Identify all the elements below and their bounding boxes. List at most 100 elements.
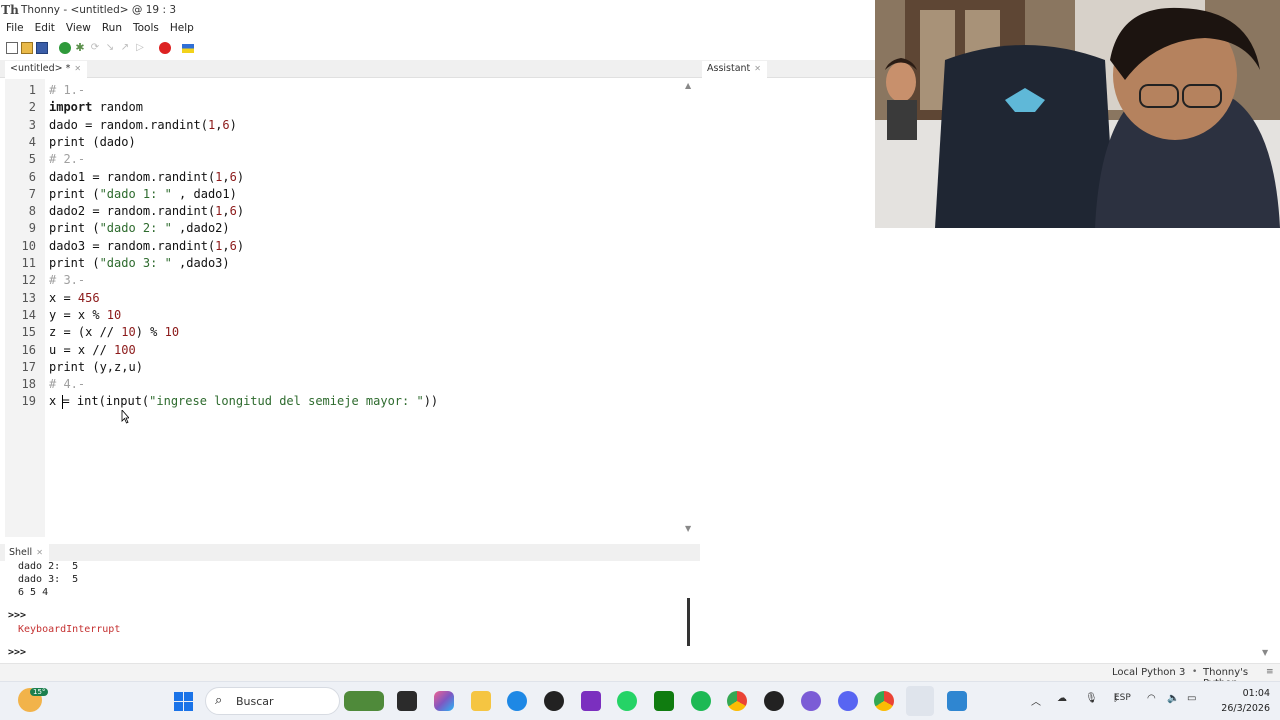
code-text: print ("dado 3: " ,dado3) (49, 256, 230, 270)
chevron-up-icon[interactable]: ︿ (1031, 693, 1041, 708)
menu-run[interactable]: Run (102, 22, 122, 34)
microphone-icon[interactable]: 🎙 (1085, 693, 1098, 704)
code-line[interactable]: 2 import random (5, 99, 680, 116)
code-line[interactable]: 1 # 1.- (5, 82, 680, 99)
thonny-taskbar-icon[interactable] (906, 686, 934, 716)
scroll-down-icon[interactable]: ▼ (685, 524, 691, 533)
code-text: import random (49, 100, 143, 115)
shell-prompt: >>> (8, 610, 27, 621)
chatgpt-icon[interactable] (544, 691, 564, 711)
save-file-icon[interactable] (36, 42, 48, 54)
interpreter-status[interactable]: Local Python 3 (1112, 667, 1185, 678)
shell-output-line: 6 5 4 (18, 587, 49, 598)
edge-icon[interactable] (507, 691, 527, 711)
code-line[interactable]: 8 dado2 = random.randint(1,6) (5, 203, 680, 220)
code-line[interactable]: 6 dado1 = random.randint(1,6) (5, 169, 680, 186)
code-line[interactable]: 5 # 2.- (5, 151, 680, 168)
line-number: 19 (21, 394, 36, 409)
step-over-icon[interactable]: ⟳ (89, 42, 101, 54)
code-text: z = (x // 10) % 10 (49, 325, 180, 340)
volume-icon[interactable]: 🔈 (1167, 693, 1179, 704)
code-line[interactable]: 14 y = x % 10 (5, 307, 680, 324)
widgets-icon[interactable] (344, 691, 384, 711)
cloud-icon[interactable]: ☁ (1057, 693, 1067, 704)
code-text: print ("dado 1: " , dado1) (49, 186, 237, 201)
github-icon[interactable] (764, 691, 784, 711)
code-line[interactable]: 18 # 4.- (5, 376, 680, 393)
editor-scrollbar[interactable]: ▲ ▼ (683, 79, 695, 537)
wifi-icon[interactable]: ◠ (1147, 693, 1156, 704)
run-icon[interactable] (59, 42, 71, 54)
menu-tools[interactable]: Tools (133, 22, 159, 34)
clock-time: 01:04 (1242, 688, 1270, 699)
stop-icon[interactable] (159, 42, 171, 54)
tab-untitled[interactable]: <untitled> * ✕ (5, 61, 88, 78)
code-line[interactable]: 13 x = 456 (5, 290, 680, 307)
menu-edit[interactable]: Edit (35, 22, 55, 34)
menu-view[interactable]: View (66, 22, 91, 34)
ukraine-flag-icon[interactable] (182, 43, 194, 53)
close-icon[interactable]: ✕ (754, 64, 761, 73)
file-explorer-icon[interactable] (471, 691, 491, 711)
line-number: 18 (21, 377, 36, 392)
xbox-icon[interactable] (654, 691, 674, 711)
code-line[interactable]: 7 print ("dado 1: " , dado1) (5, 186, 680, 203)
tab-shell[interactable]: Shell ✕ (5, 544, 49, 561)
separator-dot-icon: • (1192, 667, 1198, 677)
language-indicator[interactable]: ESP (1114, 693, 1131, 703)
shell-console[interactable]: dado 2: 5 dado 3: 5 6 5 4 >>> KeyboardIn… (5, 561, 684, 661)
code-line[interactable]: 11 print ("dado 3: " ,dado3) (5, 255, 680, 272)
menu-file[interactable]: File (6, 22, 24, 34)
code-line[interactable]: 4 print (dado) (5, 134, 680, 151)
chrome-icon[interactable] (727, 691, 747, 711)
step-out-icon[interactable]: ↗ (119, 42, 131, 54)
taskbar-search[interactable]: ⌕ Buscar (205, 687, 340, 715)
shell-scrollbar[interactable] (687, 598, 690, 646)
code-line[interactable]: 17 print (y,z,u) (5, 359, 680, 376)
open-file-icon[interactable] (21, 42, 33, 54)
step-into-icon[interactable]: ↘ (104, 42, 116, 54)
notes-icon[interactable] (581, 691, 601, 711)
code-line[interactable]: 9 print ("dado 2: " ,dado2) (5, 220, 680, 237)
menu-help[interactable]: Help (170, 22, 194, 34)
search-icon: ⌕ (215, 693, 223, 708)
code-line[interactable]: 16 u = x // 100 (5, 342, 680, 359)
shell-output-line: dado 2: 5 (18, 561, 79, 572)
code-text: dado1 = random.randint(1,6) (49, 169, 245, 184)
shell-tab-bar: Shell ✕ (0, 544, 700, 561)
copilot-icon[interactable] (434, 691, 454, 711)
line-number: 2 (28, 100, 36, 115)
code-text: print (y,z,u) (49, 359, 143, 374)
code-line[interactable]: 12 # 3.- (5, 272, 680, 289)
spotify-icon[interactable] (691, 691, 711, 711)
menu-lines-icon[interactable]: ≡ (1266, 667, 1274, 677)
new-file-icon[interactable] (6, 42, 18, 54)
line-number: 11 (21, 256, 36, 270)
scroll-down-icon[interactable]: ▼ (1262, 648, 1268, 657)
resume-icon[interactable]: ▷ (134, 42, 146, 54)
tab-assistant-label: Assistant (707, 63, 751, 74)
close-icon[interactable]: ✕ (74, 64, 81, 73)
code-line[interactable]: 15 z = (x // 10) % 10 (5, 324, 680, 341)
code-line[interactable]: 3 dado = random.randint(1,6) (5, 117, 680, 134)
scroll-up-icon[interactable]: ▲ (685, 81, 691, 90)
start-windows-icon[interactable] (174, 692, 193, 711)
code-line[interactable]: 10 dado3 = random.randint(1,6) (5, 238, 680, 255)
discord-icon[interactable] (838, 691, 858, 711)
whatsapp-icon[interactable] (617, 691, 637, 711)
editor-tab-bar: <untitled> * ✕ (0, 60, 700, 78)
system-clock[interactable]: 01:04 26/3/2026 (1210, 686, 1270, 716)
chrome-profile-icon[interactable] (874, 691, 894, 711)
tab-assistant[interactable]: Assistant ✕ (702, 61, 767, 78)
messenger-icon[interactable] (801, 691, 821, 711)
close-icon[interactable]: ✕ (36, 548, 43, 557)
debug-icon[interactable]: ✱ (74, 42, 86, 54)
terminal-icon[interactable] (397, 691, 417, 711)
shell-error: KeyboardInterrupt (18, 624, 121, 635)
battery-icon[interactable]: ▭ (1187, 693, 1196, 704)
notepad-icon[interactable] (947, 691, 967, 711)
code-editor[interactable]: 1 # 1.- 2 import random 3 dado = random.randi… (5, 79, 696, 537)
code-text: # 1.- (49, 83, 86, 97)
code-line[interactable]: 19 x = int(input("ingrese longitud del se… (5, 393, 680, 410)
line-number: 9 (28, 221, 36, 236)
